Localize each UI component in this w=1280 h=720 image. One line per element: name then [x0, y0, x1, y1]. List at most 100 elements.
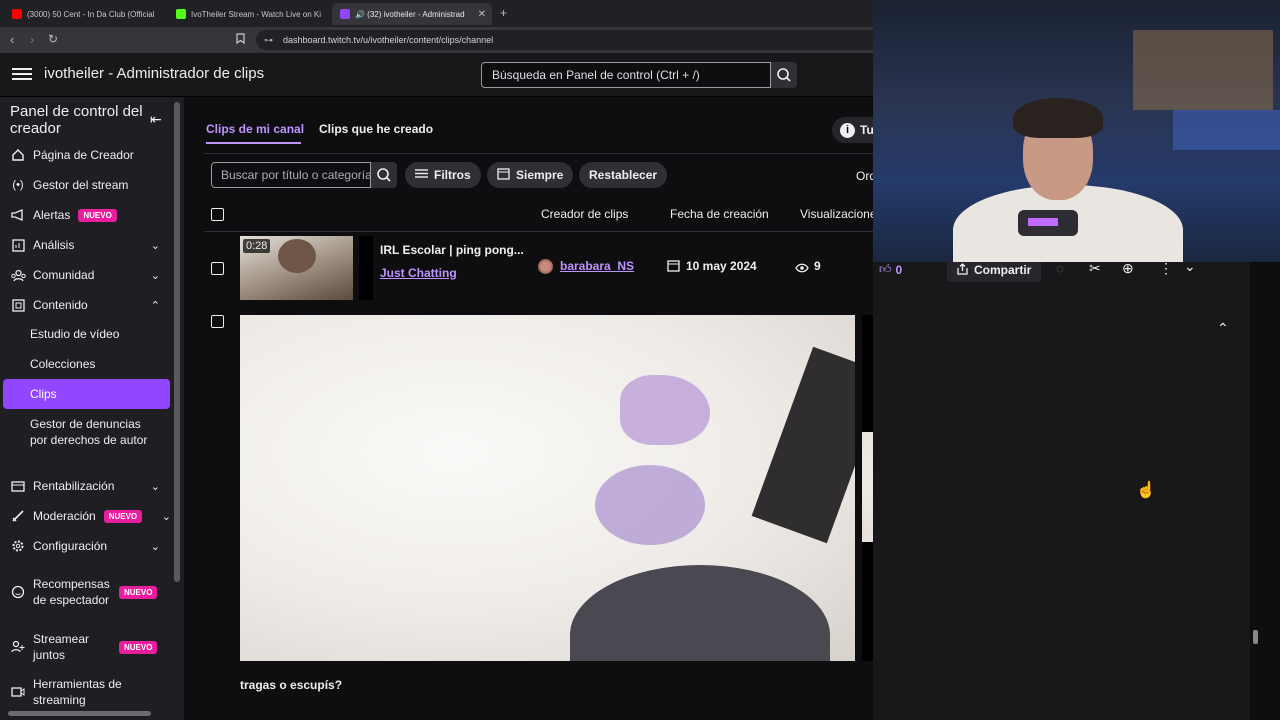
- clip-caption: tragas o escupís?: [240, 678, 343, 692]
- chart-icon: [9, 236, 27, 254]
- chevron-up-icon[interactable]: ⌃: [1217, 320, 1229, 337]
- more-options-icon[interactable]: ⋮: [1159, 260, 1173, 277]
- sidebar-item-label: Moderación: [33, 509, 96, 523]
- url-text: dashboard.twitch.tv/u/ivotheiler/content…: [283, 35, 494, 45]
- sidebar-item-label: Configuración: [33, 539, 108, 553]
- close-tab-icon[interactable]: ✕: [478, 9, 486, 20]
- sidebar-item-label: Streamear juntos: [33, 632, 90, 662]
- money-icon: [9, 477, 27, 495]
- share-label: Compartir: [974, 263, 1032, 277]
- browser-tab-youtube[interactable]: (3000) 50 Cent - In Da Club (Official: [4, 3, 162, 25]
- tab-title: (3000) 50 Cent - In Da Club (Official: [27, 9, 155, 19]
- sidebar-subitem-clips[interactable]: Clips: [30, 386, 57, 402]
- reset-button[interactable]: Restablecer: [579, 162, 668, 188]
- info-button[interactable]: i Tu: [832, 117, 873, 143]
- sidebar-item-stream-manager[interactable]: (•) Gestor del stream: [0, 175, 174, 195]
- row-checkbox[interactable]: [211, 262, 224, 275]
- clip-views: 9: [814, 259, 821, 273]
- creator-sidebar: Panel de control del creador ⇤ Página de…: [0, 97, 184, 720]
- sidebar-item-moderation[interactable]: Moderación NUEVO ⌄: [0, 506, 174, 526]
- new-badge: NUEVO: [119, 585, 158, 599]
- add-icon[interactable]: ⊕: [1122, 260, 1134, 277]
- sidebar-item-label: Contenido: [33, 298, 88, 312]
- video-blur-shape: [751, 346, 855, 544]
- chevron-down-icon: ⌄: [161, 510, 171, 523]
- kick-favicon-icon: [176, 9, 186, 19]
- megaphone-icon: [9, 206, 27, 224]
- sidebar-item-label: Comunidad: [33, 268, 95, 282]
- sidebar-item-viewer-rewards[interactable]: Recompensas de espectador NUEVO: [0, 567, 174, 617]
- likes-display: 👍︎ 0: [879, 262, 902, 277]
- forward-icon[interactable]: ›: [30, 33, 34, 46]
- bookmark-icon[interactable]: [236, 33, 245, 48]
- menu-icon[interactable]: [12, 65, 32, 85]
- content-icon: [9, 296, 27, 314]
- search-button[interactable]: [771, 62, 797, 88]
- new-badge: NUEVO: [119, 640, 158, 654]
- clip-vertical-preview[interactable]: [862, 315, 873, 661]
- sidebar-item-content[interactable]: Contenido ⌃: [0, 295, 174, 315]
- browser-tab-bar: (3000) 50 Cent - In Da Club (Official Iv…: [0, 0, 873, 27]
- clip-title[interactable]: IRL Escolar | ping pong...: [380, 243, 524, 257]
- sidebar-item-monetization[interactable]: Rentabilización ⌄: [0, 476, 174, 496]
- gear-icon: [9, 537, 27, 555]
- clip-category-link[interactable]: Just Chatting: [380, 266, 457, 280]
- sidebar-subitem-clips-active[interactable]: [3, 379, 170, 409]
- column-header-creator[interactable]: Creador de clips: [541, 207, 628, 221]
- sidebar-item-label: Análisis: [33, 238, 75, 252]
- sidebar-scrollbar[interactable]: [174, 102, 180, 582]
- sort-label[interactable]: Ord: [856, 169, 873, 183]
- sidebar-subitem-collections[interactable]: Colecciones: [30, 356, 95, 372]
- sidebar-subitem-copyright[interactable]: Gestor de denuncias por derechos de auto…: [30, 416, 155, 448]
- table-row[interactable]: 0:28 IRL Escolar | ping pong... Just Cha…: [204, 232, 873, 302]
- dashboard-search-input[interactable]: Búsqueda en Panel de control (Ctrl + /): [481, 62, 771, 88]
- webcam-overlay: [873, 0, 1280, 262]
- filters-button[interactable]: Filtros: [405, 162, 481, 188]
- sidebar-item-community[interactable]: Comunidad ⌄: [0, 265, 174, 285]
- sidebar-item-alerts[interactable]: Alertas NUEVO: [0, 205, 174, 225]
- sidebar-item-creator-page[interactable]: Página de Creador: [0, 145, 174, 165]
- browser-tab-kick[interactable]: IvoTheiler Stream - Watch Live on Ki: [168, 3, 326, 25]
- tab-my-channel-clips[interactable]: Clips de mi canal: [206, 122, 304, 136]
- clip-search-input[interactable]: Buscar por título o categoría: [211, 162, 371, 188]
- sidebar-horizontal-scrollbar[interactable]: [8, 711, 151, 716]
- sidebar-item-streaming-tools[interactable]: Herramientas de streaming: [0, 675, 174, 709]
- row-checkbox[interactable]: [211, 315, 224, 328]
- column-header-views[interactable]: Visualizaciones: [800, 207, 873, 221]
- select-all-checkbox[interactable]: [211, 208, 224, 221]
- tab-clips-i-created[interactable]: Clips que he creado: [319, 122, 433, 136]
- browser-tab-twitch[interactable]: 🔊 (32) ivotheiler - Administrado ✕: [332, 3, 492, 25]
- filters-icon: [415, 168, 428, 182]
- site-info-icon[interactable]: ⊶: [264, 30, 273, 50]
- back-icon[interactable]: ‹: [10, 33, 14, 46]
- new-tab-button[interactable]: +: [500, 6, 507, 20]
- webcam-mic-light: [1028, 218, 1058, 226]
- clip-likes: 0: [895, 262, 903, 277]
- sidebar-item-analytics[interactable]: Análisis ⌄: [0, 235, 174, 255]
- clip-thumbnail[interactable]: 0:28: [240, 236, 353, 300]
- clip-creator-link[interactable]: barabara_NS: [560, 259, 634, 273]
- clip-search-button[interactable]: [371, 162, 397, 188]
- date-range-button[interactable]: Siempre: [487, 162, 574, 188]
- url-field[interactable]: ⊶ dashboard.twitch.tv/u/ivotheiler/conte…: [256, 30, 873, 50]
- scrollbar-thumb[interactable]: [1253, 630, 1258, 644]
- page-scrollbar[interactable]: [1250, 262, 1280, 720]
- thumbs-up-icon: 👍︎: [879, 262, 892, 276]
- twitch-favicon-icon: [340, 9, 350, 19]
- chevron-down-icon: ⌄: [150, 269, 160, 282]
- page-title: ivotheiler - Administrador de clips: [44, 65, 265, 82]
- clip-video-player[interactable]: [240, 315, 855, 661]
- column-header-date[interactable]: Fecha de creación: [670, 207, 769, 221]
- youtube-favicon-icon: [12, 9, 22, 19]
- sidebar-subitem-video-studio[interactable]: Estudio de vídeo: [30, 326, 119, 342]
- thumbnail-face: [278, 239, 316, 273]
- sidebar-item-stream-together[interactable]: Streamear juntos NUEVO: [0, 630, 174, 664]
- scissors-icon[interactable]: ✂: [1089, 260, 1101, 277]
- chevron-down-icon: ⌄: [150, 239, 160, 252]
- vertical-preview-image: [862, 432, 873, 542]
- stream-icon: (•): [12, 179, 24, 191]
- collapse-sidebar-icon[interactable]: ⇤: [150, 111, 162, 128]
- reload-icon[interactable]: ↻: [48, 33, 58, 46]
- sidebar-item-settings[interactable]: Configuración ⌄: [0, 536, 174, 556]
- sidebar-title: Panel de control del creador: [10, 103, 143, 137]
